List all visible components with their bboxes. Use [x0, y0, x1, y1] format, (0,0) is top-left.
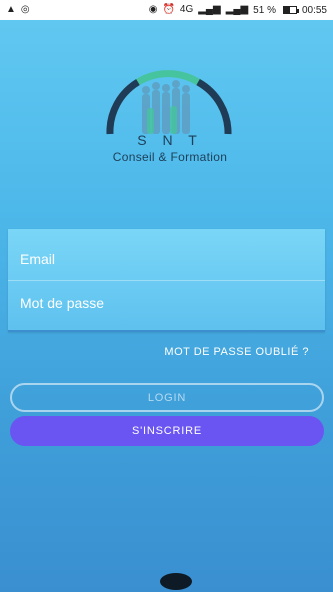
network-label: 4G	[179, 4, 194, 15]
login-form: Email Mot de passe	[8, 229, 325, 332]
warning-icon: ▲	[6, 4, 16, 15]
target-icon: ◎	[20, 4, 30, 15]
home-indicator[interactable]	[160, 573, 192, 590]
signal-icon: ▂▄▆	[198, 4, 221, 15]
clock: 00:55	[301, 4, 327, 16]
status-bar: ▲ ◎ ◉ ⏰ 4G ▂▄▆ ▂▄▆ 51 % 00:55	[0, 0, 333, 20]
battery-icon	[282, 6, 299, 14]
company-logo: S N T Conseil & Formation	[98, 68, 238, 172]
register-button[interactable]: S'INSCRIRE	[10, 416, 324, 446]
logo-title: S N T	[137, 132, 203, 148]
battery-fill	[283, 7, 291, 13]
alarm-icon: ⏰	[162, 4, 175, 15]
login-button[interactable]: LOGIN	[10, 383, 324, 412]
password-field[interactable]: Mot de passe	[8, 281, 325, 325]
status-bar-right: ◉ ⏰ 4G ▂▄▆ ▂▄▆ 51 % 00:55	[149, 5, 327, 16]
status-bar-left: ▲ ◎	[6, 5, 30, 15]
logo-subtitle: Conseil & Formation	[112, 150, 228, 164]
forgot-password-link[interactable]: MOT DE PASSE OUBLIÉ ?	[164, 346, 309, 358]
nfc-icon: ◉	[148, 4, 158, 15]
battery-percent: 51 %	[253, 4, 276, 16]
email-field[interactable]: Email	[8, 237, 325, 281]
signal-icon: ▂▄▆	[225, 4, 249, 15]
